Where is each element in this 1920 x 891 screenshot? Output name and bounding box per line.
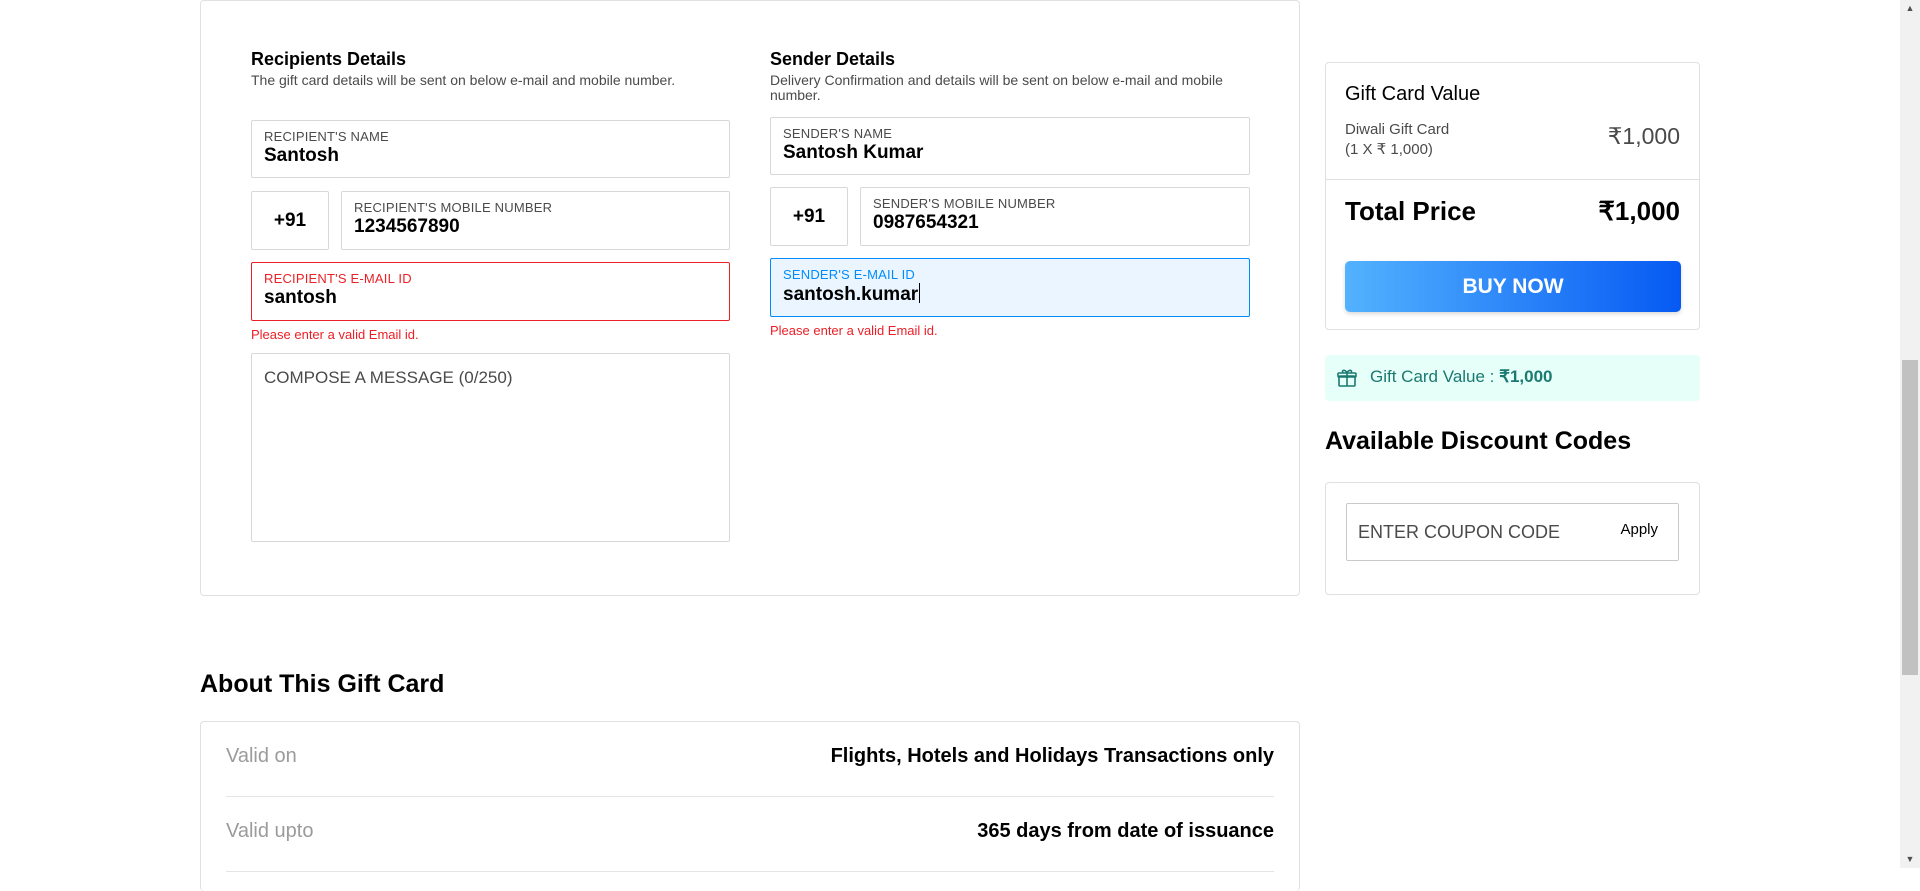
sender-email-value: santosh.kumar — [783, 284, 919, 305]
total-price-label: Total Price — [1345, 196, 1477, 226]
gift-card-details-form: Recipients Details The gift card details… — [200, 0, 1300, 596]
sender-section-title: Sender Details — [770, 49, 896, 69]
item-name: Diwali Gift Card — [1345, 121, 1450, 138]
item-amount: ₹1,000 — [1607, 123, 1680, 149]
gift-card-value-title: Gift Card Value — [1345, 83, 1481, 105]
coupon-code-input[interactable]: ENTER COUPON CODE Apply — [1346, 503, 1679, 561]
recipient-section-title: Recipients Details — [251, 49, 407, 69]
sender-section-subtitle-line1: Delivery Confirmation and details will b… — [770, 72, 1223, 88]
text-cursor — [919, 283, 921, 303]
sender-name-value: Santosh Kumar — [783, 142, 924, 163]
sender-section-subtitle-line2: number. — [770, 87, 821, 103]
sender-country-code[interactable]: +91 — [770, 187, 848, 246]
scrollbar-thumb[interactable] — [1902, 360, 1918, 675]
available-discount-codes-title: Available Discount Codes — [1325, 427, 1632, 455]
recipient-name-label: RECIPIENT'S NAME — [264, 129, 389, 144]
sender-email-input[interactable]: santosh.kumar — [783, 283, 921, 306]
recipient-section-subtitle: The gift card details will be sent on be… — [251, 72, 676, 88]
about-row-value: Flights, Hotels and Holidays Transaction… — [830, 745, 1274, 767]
sender-name-field[interactable]: SENDER'S NAME Santosh Kumar — [770, 117, 1250, 175]
coupon-code-placeholder: ENTER COUPON CODE — [1358, 522, 1561, 542]
about-row: Valid upto 365 days from date of issuanc… — [226, 797, 1274, 872]
recipient-email-label: RECIPIENT'S E-MAIL ID — [264, 271, 412, 286]
gift-value-text: Gift Card Value : ₹1,000 — [1370, 367, 1553, 387]
sender-name-label: SENDER'S NAME — [783, 126, 893, 141]
scroll-up-arrow-icon[interactable]: ▲ — [1900, 0, 1920, 17]
gift-value-label: Gift Card Value : — [1370, 367, 1500, 386]
sender-email-error: Please enter a valid Email id. — [770, 323, 938, 338]
recipient-email-field[interactable]: RECIPIENT'S E-MAIL ID santosh — [251, 262, 730, 321]
about-gift-card-table: Valid on Flights, Hotels and Holidays Tr… — [200, 721, 1300, 891]
about-row-value: 365 days from date of issuance — [977, 820, 1274, 842]
about-row-key: Valid on — [226, 745, 297, 767]
sender-mobile-value: 0987654321 — [873, 212, 979, 233]
sender-email-field[interactable]: SENDER'S E-MAIL ID santosh.kumar — [770, 258, 1250, 317]
gift-card-value-bar: Gift Card Value : ₹1,000 — [1325, 355, 1700, 401]
recipient-email-value: santosh — [264, 287, 337, 308]
recipient-name-value: Santosh — [264, 145, 339, 166]
compose-message-placeholder: COMPOSE A MESSAGE (0/250) — [264, 368, 513, 387]
sender-mobile-label: SENDER'S MOBILE NUMBER — [873, 196, 1056, 211]
recipient-mobile-field[interactable]: RECIPIENT'S MOBILE NUMBER 1234567890 — [341, 191, 730, 250]
sender-mobile-field[interactable]: SENDER'S MOBILE NUMBER 0987654321 — [860, 187, 1250, 246]
buy-now-button[interactable]: BUY NOW — [1345, 261, 1681, 312]
compose-message-textarea[interactable]: COMPOSE A MESSAGE (0/250) — [251, 353, 730, 542]
about-gift-card-title: About This Gift Card — [200, 670, 445, 698]
recipient-mobile-value: 1234567890 — [354, 216, 460, 237]
recipient-mobile-label: RECIPIENT'S MOBILE NUMBER — [354, 200, 553, 215]
about-row: Valid on Flights, Hotels and Holidays Tr… — [226, 722, 1274, 797]
coupon-card: ENTER COUPON CODE Apply — [1325, 482, 1700, 595]
gift-value-amount: ₹1,000 — [1499, 367, 1553, 386]
sender-email-label: SENDER'S E-MAIL ID — [783, 267, 916, 282]
gift-icon — [1336, 367, 1358, 389]
recipient-name-field[interactable]: RECIPIENT'S NAME Santosh — [251, 120, 730, 178]
scroll-down-arrow-icon[interactable]: ▼ — [1900, 851, 1920, 868]
about-row-key: Valid upto — [226, 820, 314, 842]
recipient-email-error: Please enter a valid Email id. — [251, 327, 419, 342]
item-quantity: (1 X ₹ 1,000) — [1345, 141, 1433, 158]
price-summary-card: Gift Card Value Diwali Gift Card (1 X ₹ … — [1325, 62, 1700, 330]
total-price-amount: ₹1,000 — [1598, 196, 1680, 226]
apply-coupon-button[interactable]: Apply — [1614, 520, 1664, 539]
summary-divider — [1326, 179, 1699, 180]
recipient-country-code[interactable]: +91 — [251, 191, 329, 250]
